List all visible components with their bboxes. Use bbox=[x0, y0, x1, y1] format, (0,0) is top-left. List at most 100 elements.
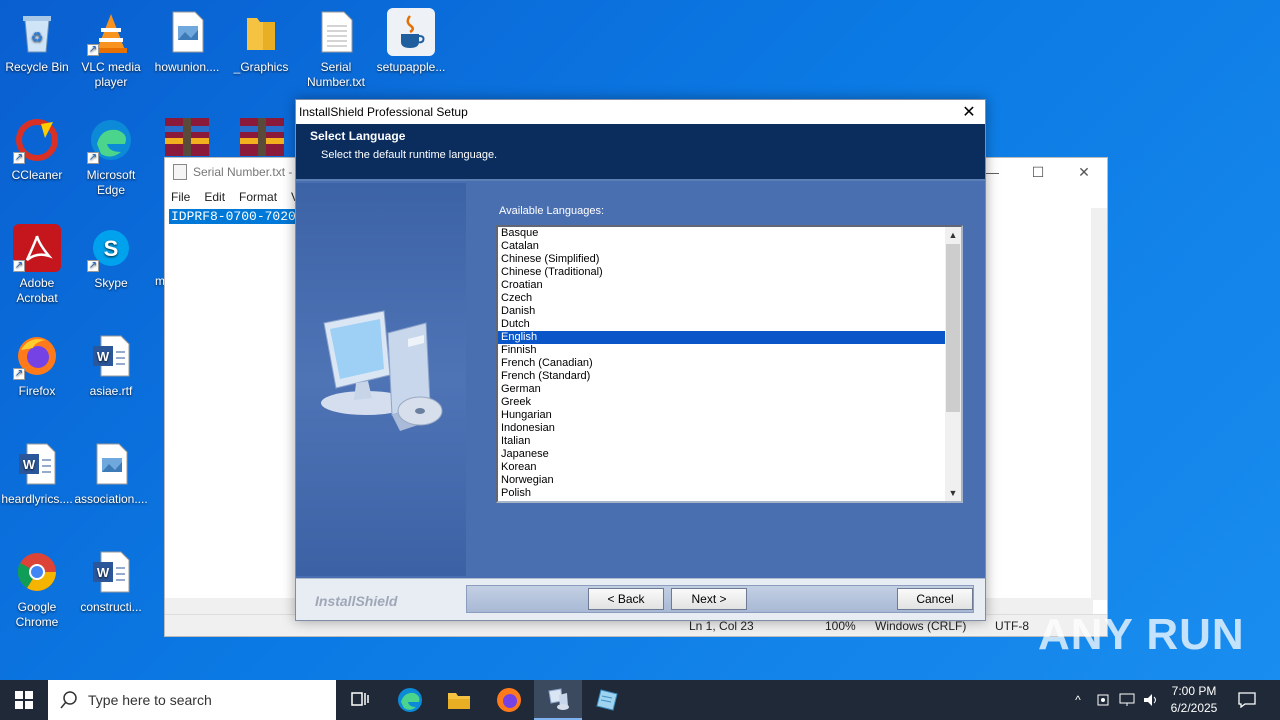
language-item[interactable]: Catalan bbox=[498, 240, 945, 253]
desktop-icon-label: Skype bbox=[94, 276, 128, 290]
desktop-icon-label: asiae.rtf bbox=[89, 384, 133, 398]
image-file-icon bbox=[163, 8, 211, 56]
language-item[interactable]: German bbox=[498, 383, 945, 396]
winrar-icon[interactable] bbox=[163, 116, 211, 156]
notepad-icon bbox=[173, 164, 187, 180]
close-icon[interactable]: ✕ bbox=[1061, 158, 1107, 186]
scroll-up-icon[interactable]: ▲ bbox=[945, 227, 961, 243]
desktop-icon-recycle-bin[interactable]: ♻ Recycle Bin bbox=[0, 8, 74, 75]
language-item[interactable]: Hungarian bbox=[498, 409, 945, 422]
winrar-icon[interactable] bbox=[238, 116, 286, 156]
language-item[interactable]: Finnish bbox=[498, 344, 945, 357]
desktop-icon-firefox[interactable]: ↗ Firefox bbox=[0, 332, 74, 399]
language-item[interactable]: French (Canadian) bbox=[498, 357, 945, 370]
desktop-icon-chrome[interactable]: Google Chrome bbox=[0, 548, 74, 630]
desktop-icon-constructi[interactable]: W constructi... bbox=[74, 548, 148, 615]
languages-label: Available Languages: bbox=[499, 205, 604, 217]
firefox-icon: ↗ bbox=[13, 332, 61, 380]
ccleaner-icon: ↗ bbox=[13, 116, 61, 164]
cancel-button[interactable]: Cancel bbox=[897, 588, 973, 610]
scroll-thumb[interactable] bbox=[946, 244, 960, 412]
taskbar-search[interactable]: Type here to search bbox=[48, 680, 336, 720]
desktop-icon-acrobat[interactable]: ↗ Adobe Acrobat bbox=[0, 224, 74, 306]
desktop-icon-asiae[interactable]: W asiae.rtf bbox=[74, 332, 148, 399]
scroll-down-icon[interactable]: ▼ bbox=[945, 485, 961, 501]
file-explorer-icon[interactable] bbox=[435, 680, 483, 720]
desktop-icon-label: Recycle Bin bbox=[5, 60, 69, 74]
chevron-up-icon[interactable]: ^ bbox=[1068, 680, 1088, 720]
language-item[interactable]: Danish bbox=[498, 305, 945, 318]
notepad-title: Serial Number.txt - bbox=[193, 165, 293, 179]
language-item[interactable]: Czech bbox=[498, 292, 945, 305]
status-position: Ln 1, Col 23 bbox=[689, 619, 754, 633]
start-button[interactable] bbox=[0, 680, 48, 720]
edge-icon[interactable] bbox=[386, 680, 434, 720]
svg-text:W: W bbox=[97, 565, 110, 580]
desktop-icon-graphics[interactable]: _Graphics bbox=[224, 8, 298, 75]
volume-icon[interactable] bbox=[1140, 680, 1162, 720]
status-zoom: 100% bbox=[825, 619, 856, 633]
search-icon bbox=[60, 691, 77, 709]
chrome-icon bbox=[13, 548, 61, 596]
notepad-taskbar-icon[interactable] bbox=[583, 680, 631, 720]
desktop-icon-serial-number[interactable]: Serial Number.txt bbox=[299, 8, 373, 90]
language-item[interactable]: English bbox=[498, 331, 945, 344]
desktop-icon-skype[interactable]: S ↗ Skype bbox=[74, 224, 148, 291]
word-doc-icon: W bbox=[87, 332, 135, 380]
language-item[interactable]: Greek bbox=[498, 396, 945, 409]
dialog-footer: InstallShield < Back Next > Cancel bbox=[296, 578, 985, 620]
edge-icon: ↗ bbox=[87, 116, 135, 164]
language-item[interactable]: Indonesian bbox=[498, 422, 945, 435]
languages-listbox[interactable]: Basque Catalan Chinese (Simplified) Chinese… bbox=[496, 225, 963, 503]
installshield-logo: InstallShield bbox=[315, 593, 398, 609]
taskbar: Type here to search ^ 7:00 PM 6/2/2025 bbox=[0, 680, 1280, 720]
language-item[interactable]: Norwegian bbox=[498, 474, 945, 487]
installshield-dialog[interactable]: InstallShield Professional Setup ✕ Selec… bbox=[295, 99, 986, 621]
installshield-taskbar-icon[interactable] bbox=[534, 680, 582, 720]
language-item[interactable]: Japanese bbox=[498, 448, 945, 461]
language-item[interactable]: Croatian bbox=[498, 279, 945, 292]
network-status-icon[interactable] bbox=[1093, 680, 1113, 720]
language-item[interactable]: French (Standard) bbox=[498, 370, 945, 383]
close-icon[interactable]: ✕ bbox=[953, 100, 985, 124]
task-view-icon[interactable] bbox=[336, 680, 384, 720]
desktop-icon-association[interactable]: association.... bbox=[74, 440, 148, 507]
word-doc-icon: W bbox=[87, 548, 135, 596]
firefox-icon[interactable] bbox=[485, 680, 533, 720]
search-placeholder: Type here to search bbox=[88, 692, 212, 708]
desktop-icon-heardlyrics[interactable]: W heardlyrics.... bbox=[0, 440, 74, 507]
notifications-icon[interactable] bbox=[1232, 680, 1262, 720]
language-item[interactable]: Chinese (Traditional) bbox=[498, 266, 945, 279]
desktop-icon-label: Adobe Acrobat bbox=[16, 276, 58, 305]
language-item[interactable]: Dutch bbox=[498, 318, 945, 331]
language-item[interactable]: Korean bbox=[498, 461, 945, 474]
desktop-icon-howunion[interactable]: howunion.... bbox=[150, 8, 224, 75]
dialog-content: Available Languages: Basque Catalan Chines… bbox=[466, 183, 985, 576]
svg-text:W: W bbox=[97, 349, 110, 364]
maximize-icon[interactable]: ☐ bbox=[1015, 158, 1061, 186]
notepad-selected-text[interactable]: IDPRF8-0700-7020 bbox=[169, 209, 298, 224]
menu-format[interactable]: Format bbox=[239, 190, 277, 204]
menu-edit[interactable]: Edit bbox=[204, 190, 225, 204]
desktop-icon-setupapple[interactable]: setupapple... bbox=[374, 8, 448, 75]
notepad-vertical-scrollbar[interactable] bbox=[1091, 208, 1107, 600]
menu-file[interactable]: File bbox=[171, 190, 190, 204]
taskbar-clock[interactable]: 7:00 PM 6/2/2025 bbox=[1164, 683, 1224, 717]
next-button[interactable]: Next > bbox=[671, 588, 747, 610]
network-icon[interactable] bbox=[1116, 680, 1138, 720]
desktop-icon-label: heardlyrics.... bbox=[1, 492, 73, 506]
svg-text:S: S bbox=[104, 236, 119, 261]
language-item[interactable]: Polish bbox=[498, 487, 945, 500]
desktop-icon-vlc[interactable]: ↗ VLC media player bbox=[74, 8, 148, 90]
languages-scrollbar[interactable]: ▲ ▼ bbox=[945, 227, 961, 501]
desktop-icon-edge[interactable]: ↗ Microsoft Edge bbox=[74, 116, 148, 198]
language-item[interactable]: Basque bbox=[498, 227, 945, 240]
language-item[interactable]: Italian bbox=[498, 435, 945, 448]
dialog-titlebar[interactable]: InstallShield Professional Setup ✕ bbox=[296, 100, 985, 124]
desktop-icon-ccleaner[interactable]: ↗ CCleaner bbox=[0, 116, 74, 183]
svg-text:♻: ♻ bbox=[31, 29, 44, 45]
svg-text:W: W bbox=[23, 457, 36, 472]
language-item[interactable]: Chinese (Simplified) bbox=[498, 253, 945, 266]
button-bar: < Back Next > Cancel bbox=[466, 585, 974, 613]
back-button[interactable]: < Back bbox=[588, 588, 664, 610]
